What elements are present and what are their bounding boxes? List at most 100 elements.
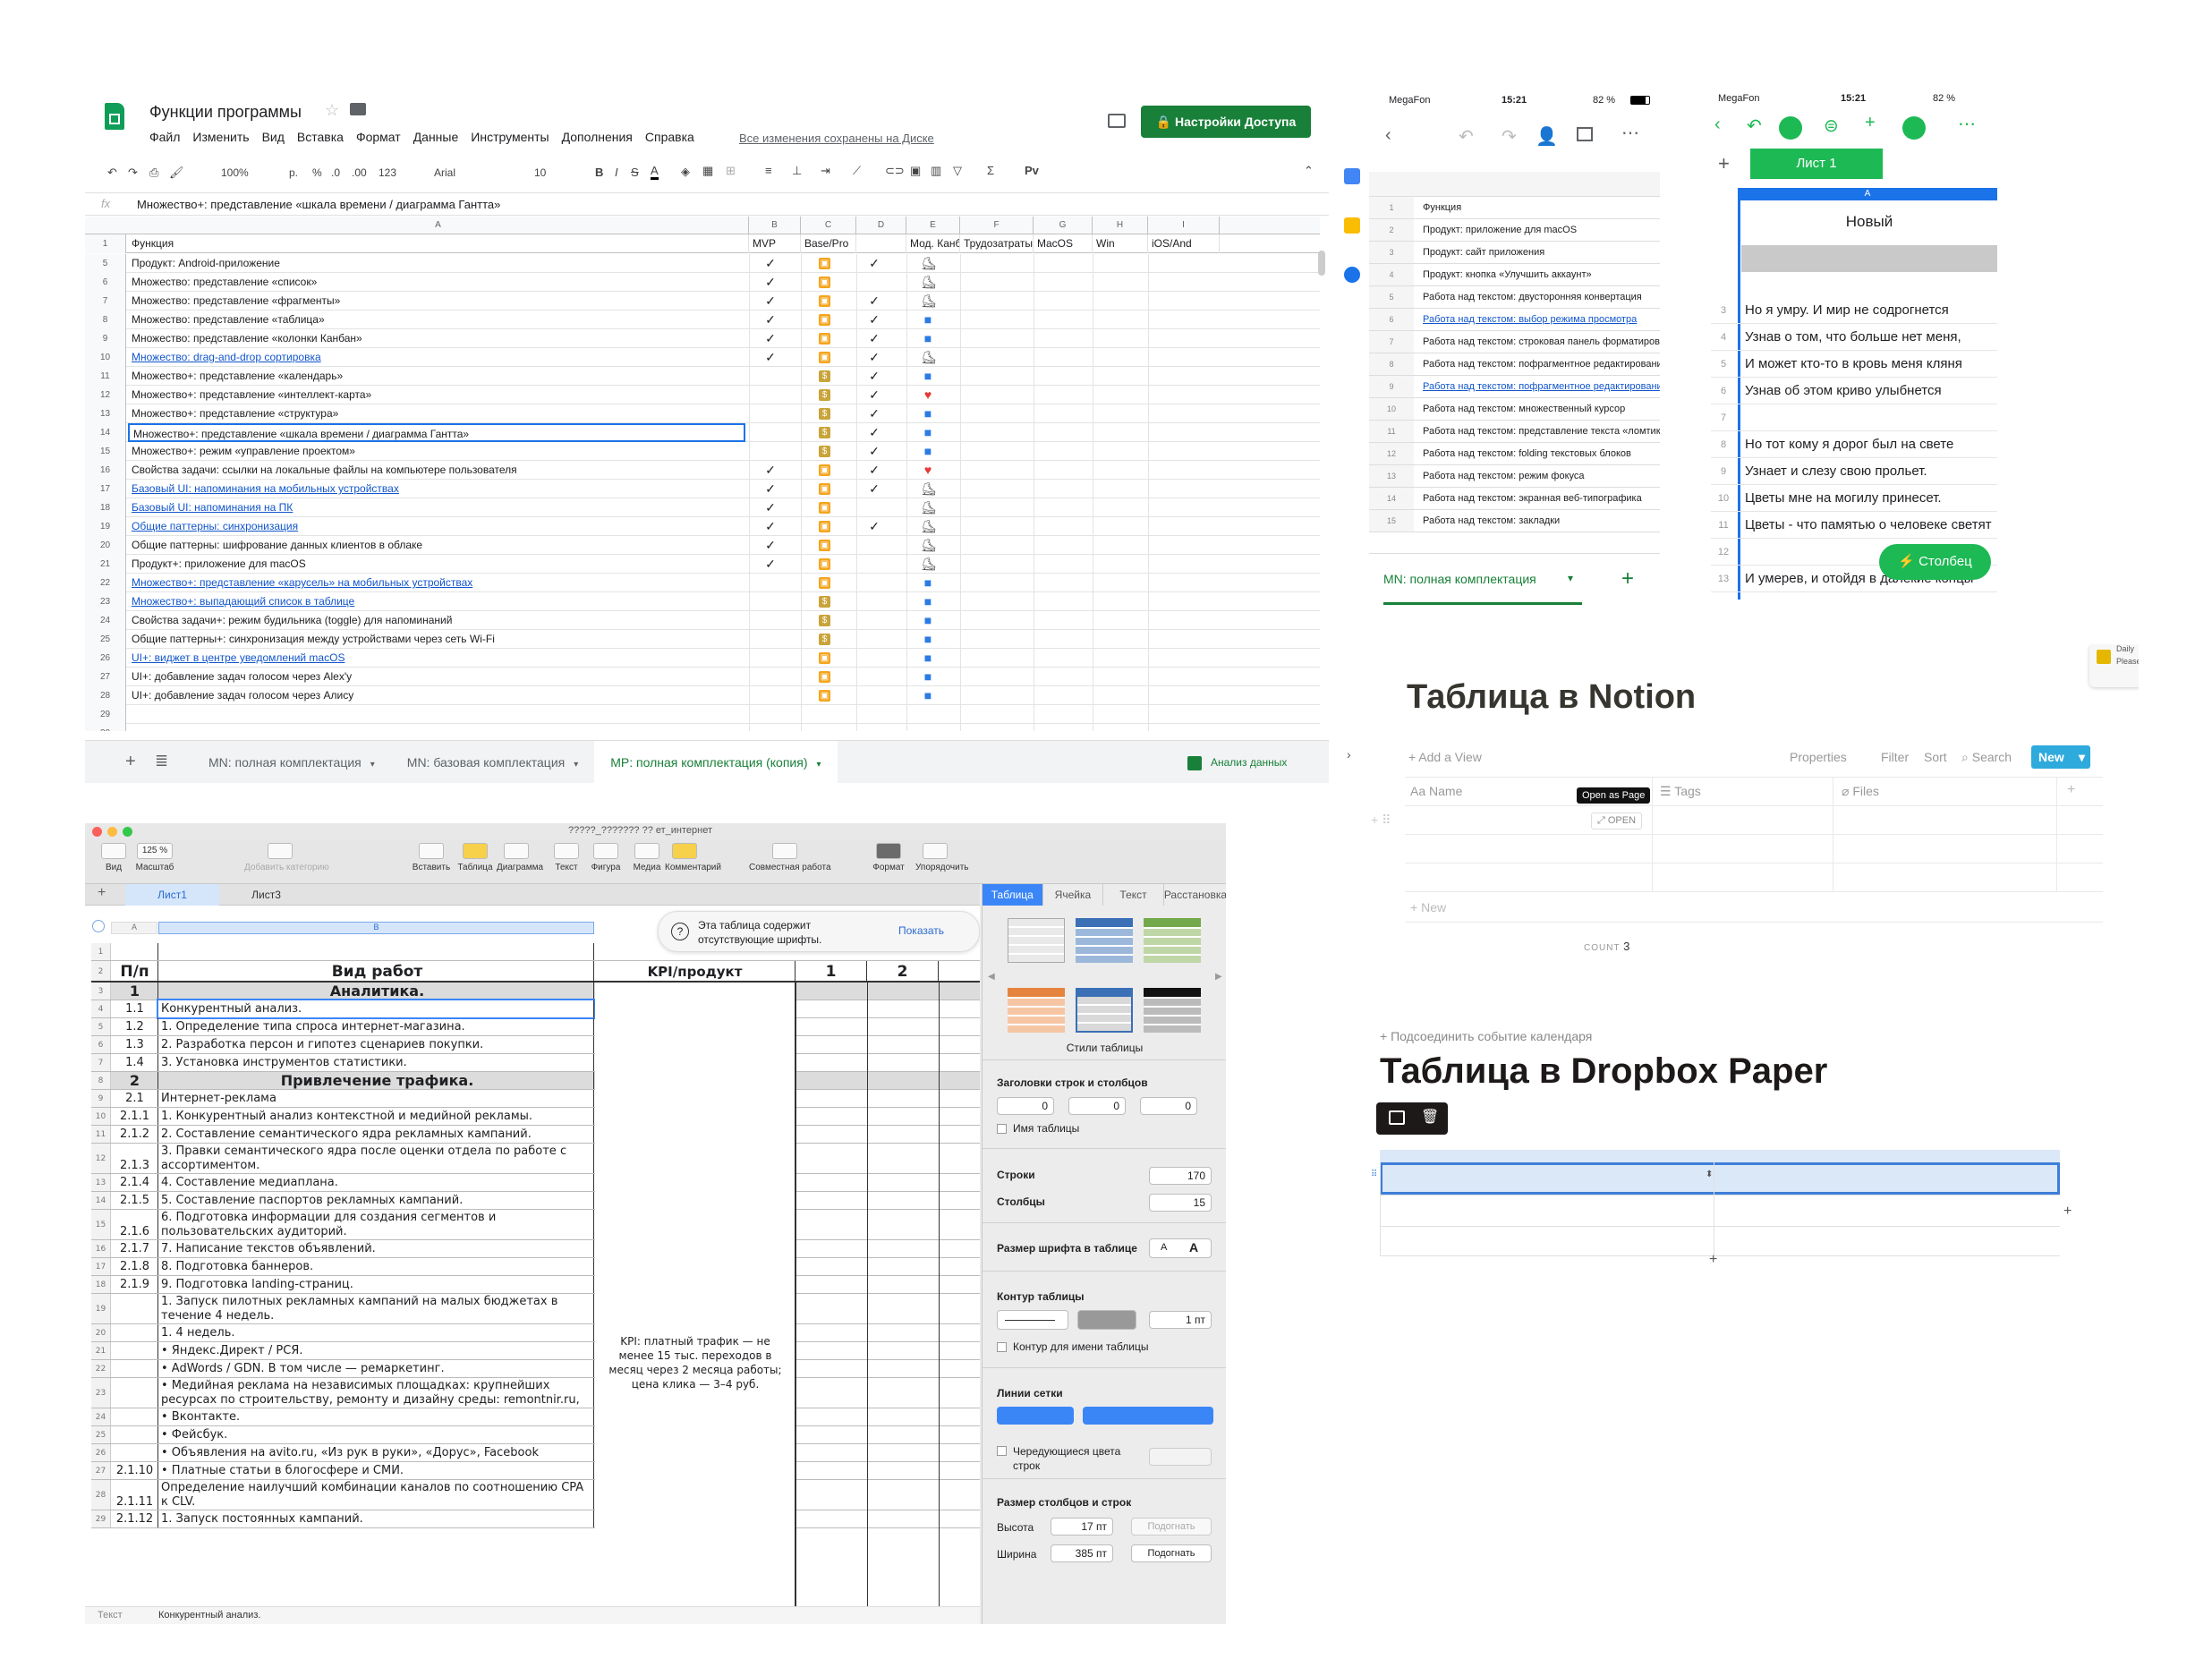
cell-text[interactable]: Работа над текстом: экранная веб-типогра… xyxy=(1423,488,1660,510)
minimize-icon[interactable] xyxy=(107,827,117,837)
toolbar-chart[interactable]: Диаграмма xyxy=(497,843,543,882)
border-style-select[interactable] xyxy=(997,1310,1068,1330)
cell-work[interactable]: 2. Составление семантического ядра рекла… xyxy=(158,1126,594,1143)
width-field[interactable]: 385 пт xyxy=(1051,1544,1113,1562)
cell-pp[interactable]: 2.1.7 xyxy=(112,1240,158,1257)
header-cell-h[interactable]: Win xyxy=(1093,234,1148,253)
kpi-header[interactable]: KPI/продукт xyxy=(595,961,795,983)
menu-item[interactable]: Дополнения xyxy=(562,130,633,144)
cell-pp[interactable]: 1.3 xyxy=(112,1036,158,1053)
toolbar-table[interactable]: Таблица xyxy=(455,843,495,882)
cell-function[interactable]: Продукт: Android-приложение xyxy=(128,254,745,273)
add-person-icon[interactable]: 👤 xyxy=(1536,125,1558,148)
cell-text[interactable]: Продукт: сайт приложения xyxy=(1423,242,1660,264)
table-settings-icon[interactable] xyxy=(1389,1110,1405,1125)
menu-item[interactable]: Справка xyxy=(645,130,694,144)
cell-text[interactable]: Работа над текстом: закладки xyxy=(1423,510,1660,532)
new-button[interactable]: New ▾ xyxy=(2031,745,2090,769)
cell-pp[interactable] xyxy=(112,1408,158,1425)
strikethrough-icon[interactable]: S xyxy=(631,166,639,179)
cell-work[interactable]: • Медийная реклама на независимых площад… xyxy=(158,1378,594,1408)
cell-work[interactable]: 2. Разработка персон и гипотез сценариев… xyxy=(158,1036,594,1053)
collapse-toolbar-icon[interactable]: ⌃ xyxy=(1304,164,1314,178)
col-files-header[interactable]: ⌀ Files xyxy=(1842,784,1879,799)
cell-function[interactable]: Базовый UI: напоминания на ПК xyxy=(128,498,745,517)
cell-text[interactable]: Узнав об этом криво улыбнется xyxy=(1745,378,1997,404)
sheets-logo[interactable] xyxy=(105,103,124,130)
cell-pp[interactable] xyxy=(112,1342,158,1359)
print-icon[interactable]: ⎙ xyxy=(149,166,158,180)
comment-icon[interactable] xyxy=(1577,127,1593,141)
mob1-add-sheet-icon[interactable]: + xyxy=(1621,566,1634,591)
cell-function[interactable]: Базовый UI: напоминания на мобильных уст… xyxy=(128,480,745,498)
cell-work[interactable]: 8. Подготовка баннеров. xyxy=(158,1258,594,1275)
fill-color-icon[interactable]: ◈ xyxy=(681,165,690,179)
header-cell-e[interactable]: Мод. Канб xyxy=(906,234,960,253)
add-column-icon[interactable]: + xyxy=(2063,1204,2072,1220)
col2-header[interactable]: 2 xyxy=(867,961,939,983)
explore-button[interactable]: Анализ данных xyxy=(1187,748,1287,777)
sheet-tab-2[interactable]: Лист3 xyxy=(219,884,313,906)
menu-item[interactable]: Вставка xyxy=(297,130,344,144)
cell-function[interactable]: Множество: представление «фрагменты» xyxy=(128,292,745,311)
cell-text[interactable]: Работа над текстом: выбор режима просмот… xyxy=(1423,309,1660,331)
notification-widget[interactable]: Daily Please xyxy=(2089,644,2139,687)
cell-pp[interactable] xyxy=(112,1378,158,1408)
cell-function[interactable]: Множество+: выпадающий список в таблице xyxy=(128,592,745,611)
cell-work[interactable]: • Платные статьи в блогосфере и СМИ. xyxy=(158,1462,594,1479)
fit-width-button[interactable]: Подогнать xyxy=(1131,1544,1212,1562)
brush-icon[interactable] xyxy=(1779,116,1802,140)
cell-pp[interactable]: 1 xyxy=(112,983,158,1000)
new-row-button[interactable]: + New xyxy=(1410,900,1446,915)
calendar-icon[interactable] xyxy=(1344,168,1360,184)
cell-text[interactable]: Узнает и слезу свою прольет. xyxy=(1745,458,1997,485)
cell-function[interactable]: Множество: представление «колонки Канбан… xyxy=(128,329,745,348)
cell-text[interactable]: Продукт: приложение для macOS xyxy=(1423,219,1660,242)
cell-work[interactable]: 1. Определение типа спроса интернет-мага… xyxy=(158,1018,594,1035)
cell-text[interactable]: Работа над текстом: пофрагментное редакт… xyxy=(1423,353,1660,376)
header-cols-field[interactable]: 0 xyxy=(1068,1097,1126,1115)
cell-text[interactable]: Работа над текстом: двусторонняя конверт… xyxy=(1423,286,1660,309)
toolbar-organize[interactable]: Упорядочить xyxy=(915,843,969,882)
add-column-button[interactable]: ⚡ Столбец xyxy=(1879,544,1991,580)
rows-field[interactable]: 170 xyxy=(1149,1167,1212,1185)
folder-icon[interactable] xyxy=(350,103,366,115)
back-icon[interactable]: ‹ xyxy=(1385,125,1391,146)
row-handle-icon[interactable]: ⠿ xyxy=(1371,1170,1377,1179)
column-a-header[interactable]: A xyxy=(1738,188,1997,200)
column-header-d[interactable]: D xyxy=(856,217,906,234)
grid-lines-buttons-2[interactable] xyxy=(1083,1407,1213,1425)
decrease-decimal-button[interactable]: .0 xyxy=(331,166,340,179)
more-icon[interactable]: ⋯ xyxy=(1958,113,1976,135)
show-button[interactable]: Показать xyxy=(898,924,944,937)
functions-icon[interactable]: Σ xyxy=(987,164,994,177)
cell-function[interactable]: Продукт+: приложение для macOS xyxy=(128,555,745,574)
chevron-down-icon[interactable]: ▾ xyxy=(574,760,578,770)
border-name-checkbox[interactable] xyxy=(997,1342,1007,1352)
cell-pp[interactable]: 1.1 xyxy=(112,1000,158,1017)
cell-work[interactable]: 7. Написание текстов объявлений. xyxy=(158,1240,594,1257)
footer-rows-field[interactable]: 0 xyxy=(1140,1097,1197,1115)
italic-icon[interactable]: I xyxy=(615,166,618,179)
sort-button[interactable]: Sort xyxy=(1924,750,1947,764)
menu-item[interactable]: Данные xyxy=(413,130,459,144)
cell-function[interactable]: Множество+: представление «структура» xyxy=(128,404,745,423)
toolbar-text[interactable]: Текст xyxy=(547,843,586,882)
cell-function[interactable]: Множество: представление «список» xyxy=(128,273,745,292)
cell-function[interactable]: Множество: представление «таблица» xyxy=(128,311,745,329)
add-icon[interactable]: + xyxy=(1865,113,1876,133)
col-name-header[interactable]: Aa Name xyxy=(1410,784,1462,798)
style-6[interactable] xyxy=(1144,988,1201,1033)
menu-item[interactable]: Инструменты xyxy=(471,130,549,144)
cell-function[interactable]: Общие паттерны+: синхронизация между уст… xyxy=(128,630,745,649)
column-header-b[interactable]: B xyxy=(749,217,801,234)
sheet-tab[interactable]: Лист 1 xyxy=(1750,149,1883,179)
cell-text[interactable]: Работа над текстом: строковая панель фор… xyxy=(1423,331,1660,353)
toolbar-collaborate[interactable]: Совместная работа xyxy=(749,843,831,882)
save-status[interactable]: Все изменения сохранены на Диске xyxy=(739,132,934,145)
toolbar-category[interactable]: Добавить категорию xyxy=(244,843,329,882)
doc-title[interactable]: Функции программы xyxy=(149,103,302,122)
format-icon[interactable]: ⊜ xyxy=(1824,115,1839,137)
cell-text[interactable]: Но я умру. И мир не содрогнется xyxy=(1745,297,1997,324)
select-all-icon[interactable] xyxy=(92,920,105,932)
